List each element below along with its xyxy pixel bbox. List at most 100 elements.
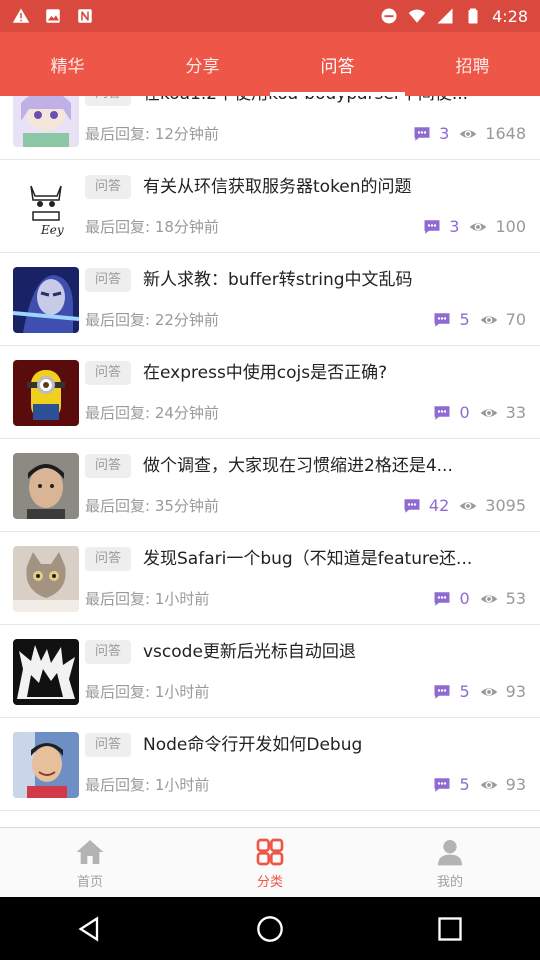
home-icon bbox=[76, 839, 104, 864]
view-count: 93 bbox=[480, 680, 526, 704]
comment-icon bbox=[434, 592, 450, 606]
topic-list[interactable]: 问答 在koa1.2中使用koa-bodyparser中间使... 最后回复: … bbox=[0, 96, 540, 827]
reply-time: 1小时前 bbox=[154, 683, 210, 701]
comment-number: 5 bbox=[459, 310, 470, 329]
topic-row[interactable]: 问答 在koa1.2中使用koa-bodyparser中间使... 最后回复: … bbox=[0, 96, 540, 160]
topic-title[interactable]: 做个调查，大家现在习惯缩进2格还是4... bbox=[143, 451, 524, 481]
status-time: 4:28 bbox=[492, 6, 528, 26]
topic-title[interactable]: 发现Safari一个bug（不知道是feature还... bbox=[143, 544, 524, 574]
last-reply: 最后回复: 12分钟前 bbox=[85, 122, 219, 146]
nav-mine[interactable]: 我的 bbox=[360, 828, 540, 897]
eye-icon bbox=[470, 223, 487, 231]
view-number: 70 bbox=[505, 310, 526, 329]
nav-home[interactable]: 首页 bbox=[0, 828, 180, 897]
view-number: 1648 bbox=[485, 124, 526, 143]
reply-prefix: 最后回复: bbox=[85, 404, 151, 422]
avatar bbox=[13, 96, 79, 147]
nav-mine-label: 我的 bbox=[436, 874, 463, 890]
avatar bbox=[13, 267, 79, 333]
topic-stats: 3 100 bbox=[423, 215, 526, 239]
home-button[interactable] bbox=[240, 899, 300, 959]
comment-count: 42 bbox=[403, 494, 449, 518]
image-icon bbox=[44, 7, 62, 25]
last-reply: 最后回复: 18分钟前 bbox=[85, 215, 219, 239]
topic-stats: 5 70 bbox=[433, 308, 526, 332]
avatar bbox=[13, 639, 79, 705]
eye-icon bbox=[460, 502, 477, 510]
reply-time: 18分钟前 bbox=[154, 218, 219, 236]
view-count: 93 bbox=[480, 773, 526, 797]
comment-count: 5 bbox=[433, 680, 470, 704]
avatar bbox=[13, 546, 79, 612]
comment-icon bbox=[434, 685, 450, 699]
comment-icon bbox=[434, 778, 450, 792]
recents-square-icon bbox=[438, 916, 462, 941]
n-app-icon bbox=[76, 7, 94, 25]
topic-stats: 0 33 bbox=[433, 401, 526, 425]
comment-icon bbox=[434, 406, 450, 420]
comment-icon bbox=[434, 313, 450, 327]
topic-title[interactable]: 有关从环信获取服务器token的问题 bbox=[143, 172, 524, 202]
topic-stats: 42 3095 bbox=[403, 494, 526, 518]
topic-stats: 0 53 bbox=[433, 587, 526, 611]
topic-tag: 问答 bbox=[85, 175, 132, 199]
recents-button[interactable] bbox=[420, 899, 480, 959]
topic-title[interactable]: vscode更新后光标自动回退 bbox=[143, 637, 524, 667]
topic-row[interactable]: 问答 做个调查，大家现在习惯缩进2格还是4... 最后回复: 35分钟前 42 … bbox=[0, 439, 540, 532]
back-button[interactable] bbox=[60, 899, 120, 959]
person-icon bbox=[438, 839, 462, 865]
view-count: 53 bbox=[480, 587, 526, 611]
last-reply: 最后回复: 1小时前 bbox=[85, 773, 209, 797]
avatar: Eey bbox=[13, 174, 79, 240]
dnd-icon bbox=[380, 7, 398, 25]
tab-qa[interactable]: 问答 bbox=[270, 32, 405, 96]
topic-title[interactable]: 在express中使用cojs是否正确? bbox=[143, 358, 524, 388]
comment-icon bbox=[404, 499, 420, 513]
last-reply: 最后回复: 1小时前 bbox=[85, 680, 209, 704]
tab-share[interactable]: 分享 bbox=[135, 32, 270, 96]
comment-number: 3 bbox=[449, 217, 460, 236]
view-number: 33 bbox=[505, 403, 526, 422]
view-number: 100 bbox=[495, 217, 526, 236]
view-number: 93 bbox=[505, 682, 526, 701]
reply-time: 1小时前 bbox=[154, 776, 210, 794]
comment-count: 5 bbox=[433, 773, 470, 797]
grid-icon bbox=[256, 838, 284, 865]
reply-time: 24分钟前 bbox=[154, 404, 219, 422]
topic-tag: 问答 bbox=[85, 547, 132, 571]
eye-icon bbox=[480, 409, 497, 417]
topic-tag: 问答 bbox=[85, 640, 132, 664]
topic-title[interactable]: 新人求教：buffer转string中文乱码 bbox=[143, 265, 524, 295]
comment-count: 5 bbox=[433, 308, 470, 332]
reply-prefix: 最后回复: bbox=[85, 218, 151, 236]
view-count: 33 bbox=[480, 401, 526, 425]
topic-tag: 问答 bbox=[85, 268, 132, 292]
comment-number: 42 bbox=[428, 496, 450, 515]
reply-prefix: 最后回复: bbox=[85, 776, 151, 794]
category-tabs: 精华 分享 问答 招聘 bbox=[0, 32, 540, 96]
topic-row[interactable]: 问答 vscode更新后光标自动回退 最后回复: 1小时前 5 93 bbox=[0, 625, 540, 718]
tab-jobs[interactable]: 招聘 bbox=[405, 32, 540, 96]
topic-row[interactable]: 问答 在express中使用cojs是否正确? 最后回复: 24分钟前 0 33 bbox=[0, 346, 540, 439]
topic-row[interactable]: 问答 新人求教：buffer转string中文乱码 最后回复: 22分钟前 5 … bbox=[0, 253, 540, 346]
topic-tag: 问答 bbox=[85, 733, 132, 757]
tab-essence[interactable]: 精华 bbox=[0, 32, 135, 96]
status-bar: 4:28 bbox=[0, 0, 540, 32]
topic-tag: 问答 bbox=[85, 361, 132, 385]
reply-prefix: 最后回复: bbox=[85, 590, 151, 608]
nav-category[interactable]: 分类 bbox=[180, 828, 360, 897]
topic-title[interactable]: 在koa1.2中使用koa-bodyparser中间使... bbox=[143, 96, 524, 109]
last-reply: 最后回复: 22分钟前 bbox=[85, 308, 219, 332]
view-number: 53 bbox=[505, 589, 526, 608]
svg-text:Eey: Eey bbox=[40, 223, 64, 237]
comment-number: 5 bbox=[459, 682, 470, 701]
topic-row[interactable]: 问答 发现Safari一个bug（不知道是feature还... 最后回复: 1… bbox=[0, 532, 540, 625]
eye-icon bbox=[480, 595, 497, 603]
topic-row[interactable]: Eey 问答 有关从环信获取服务器token的问题 最后回复: 18分钟前 3 … bbox=[0, 160, 540, 253]
last-reply: 最后回复: 35分钟前 bbox=[85, 494, 219, 518]
topic-row[interactable]: 问答 Node命令行开发如何Debug 最后回复: 1小时前 5 93 bbox=[0, 718, 540, 811]
reply-prefix: 最后回复: bbox=[85, 683, 151, 701]
comment-icon bbox=[414, 127, 430, 141]
topic-title[interactable]: Node命令行开发如何Debug bbox=[143, 730, 524, 760]
comment-count: 0 bbox=[433, 587, 470, 611]
